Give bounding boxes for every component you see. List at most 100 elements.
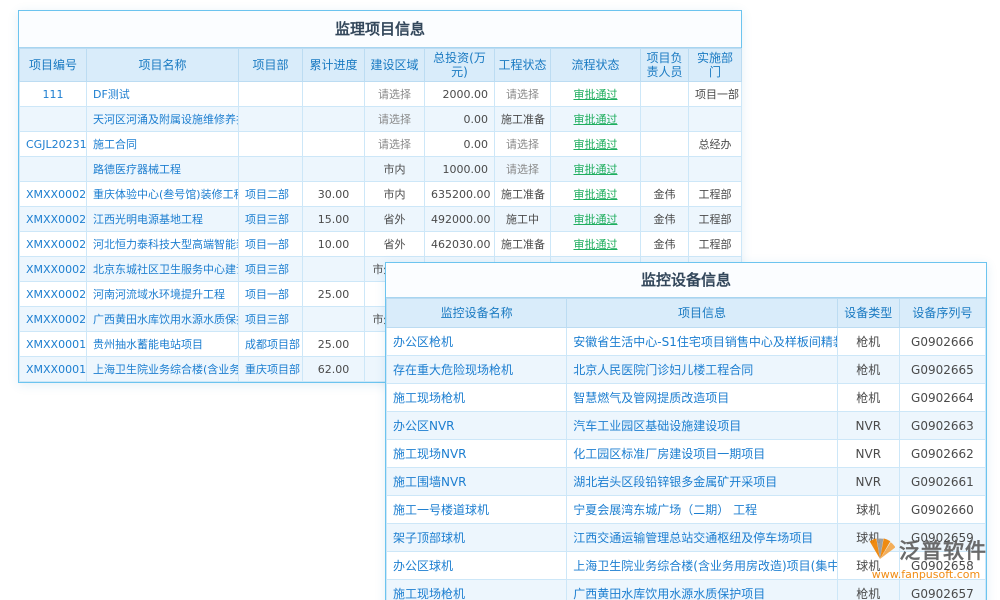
cell-link[interactable]: XMXX00025 bbox=[20, 182, 87, 207]
table-cell: G0902665 bbox=[899, 356, 985, 384]
table-cell: 施工中 bbox=[495, 207, 551, 232]
cell-link[interactable]: XMXX00021 bbox=[20, 282, 87, 307]
cell-link[interactable]: 架子顶部球机 bbox=[387, 524, 567, 552]
table-cell bbox=[641, 82, 689, 107]
cell-link[interactable]: 汽车工业园区基础设施建设项目 bbox=[567, 412, 837, 440]
cell-link[interactable]: XMXX00022 bbox=[20, 257, 87, 282]
cell-link[interactable]: 贵州抽水蓄能电站项目 bbox=[87, 332, 239, 357]
cell-link[interactable]: XMXX00018 bbox=[20, 357, 87, 382]
cell-link[interactable]: 江西交通运输管理总站交通枢纽及停车场项目 bbox=[567, 524, 837, 552]
column-header: 项目负责人员 bbox=[641, 49, 689, 82]
table-cell: 总经办 bbox=[689, 132, 742, 157]
cell-link[interactable]: 安徽省生活中心-S1住宅项目销售中心及样板间精装修... bbox=[567, 328, 837, 356]
cell-link[interactable]: 存在重大危险现场枪机 bbox=[387, 356, 567, 384]
cell-link[interactable]: 项目三部 bbox=[239, 307, 303, 332]
cell-link[interactable]: 施工现场枪机 bbox=[387, 384, 567, 412]
cell-link[interactable]: XMXX00024 bbox=[20, 207, 87, 232]
cell-link[interactable]: 广西黄田水库饮用水源水质保护项目 bbox=[87, 307, 239, 332]
cell-link[interactable]: 111 bbox=[20, 82, 87, 107]
cell-link[interactable]: 项目三部 bbox=[239, 257, 303, 282]
cell-link[interactable]: 审批通过 bbox=[551, 107, 641, 132]
cell-link[interactable]: 江西光明电源基地工程 bbox=[87, 207, 239, 232]
cell-link[interactable]: 宁夏会展湾东城广场（二期） 工程 bbox=[567, 496, 837, 524]
cell-link[interactable]: 上海卫生院业务综合楼(含业务用... bbox=[87, 357, 239, 382]
cell-link[interactable]: 办公区球机 bbox=[387, 552, 567, 580]
cell-link[interactable]: 广西黄田水库饮用水源水质保护项目 bbox=[567, 580, 837, 600]
column-header: 工程状态 bbox=[495, 49, 551, 82]
table-cell: G0902657 bbox=[899, 580, 985, 600]
table-cell: 62.00 bbox=[303, 357, 365, 382]
cell-link[interactable]: XMXX00019 bbox=[20, 332, 87, 357]
fan-logo-icon bbox=[865, 534, 895, 566]
table-cell bbox=[689, 157, 742, 182]
cell-link[interactable]: 项目二部 bbox=[239, 182, 303, 207]
cell-link[interactable]: 施工现场枪机 bbox=[387, 580, 567, 600]
table-row: CGJL202311...施工合同请选择0.00请选择审批通过总经办 bbox=[20, 132, 742, 157]
table-row: XMXX00023河北恒力泰科技大型高端智能装备...项目一部10.00省外46… bbox=[20, 232, 742, 257]
cell-link[interactable]: 项目一部 bbox=[239, 232, 303, 257]
cell-link[interactable]: 审批通过 bbox=[551, 232, 641, 257]
cell-link[interactable]: 审批通过 bbox=[551, 157, 641, 182]
table-cell bbox=[303, 107, 365, 132]
cell-link[interactable]: 项目一部 bbox=[239, 282, 303, 307]
column-header: 总投资(万元) bbox=[425, 49, 495, 82]
table-cell: 25.00 bbox=[303, 282, 365, 307]
cell-link[interactable]: 施工一号楼道球机 bbox=[387, 496, 567, 524]
cell-link[interactable]: 审批通过 bbox=[551, 207, 641, 232]
table-cell: 30.00 bbox=[303, 182, 365, 207]
panel-device-title: 监控设备信息 bbox=[386, 263, 986, 298]
table-row: 存在重大危险现场枪机北京人民医院门诊妇儿楼工程合同枪机G0902665 bbox=[387, 356, 986, 384]
header-row: 监控设备名称项目信息设备类型设备序列号 bbox=[387, 299, 986, 328]
table-cell: G0902666 bbox=[899, 328, 985, 356]
table-cell: 462030.00 bbox=[425, 232, 495, 257]
cell-link[interactable]: 办公区NVR bbox=[387, 412, 567, 440]
table-cell bbox=[20, 107, 87, 132]
cell-link[interactable]: 河北恒力泰科技大型高端智能装备... bbox=[87, 232, 239, 257]
table-cell: 施工准备 bbox=[495, 107, 551, 132]
cell-link[interactable]: 北京东城社区卫生服务中心建设项... bbox=[87, 257, 239, 282]
cell-link[interactable]: 重庆项目部 bbox=[239, 357, 303, 382]
cell-link[interactable]: 天河区河涌及附属设施维修养护和... bbox=[87, 107, 239, 132]
table-cell: 工程部 bbox=[689, 182, 742, 207]
cell-link[interactable]: 施工现场NVR bbox=[387, 440, 567, 468]
cell-link[interactable]: XMXX00020 bbox=[20, 307, 87, 332]
cell-link[interactable]: 上海卫生院业务综合楼(含业务用房改造)项目(集中隔离... bbox=[567, 552, 837, 580]
table-cell: 球机 bbox=[837, 496, 899, 524]
cell-link[interactable]: 审批通过 bbox=[551, 82, 641, 107]
table-row: 施工现场枪机智慧燃气及管网提质改造项目枪机G0902664 bbox=[387, 384, 986, 412]
table-cell: 施工准备 bbox=[495, 182, 551, 207]
column-header: 项目编号 bbox=[20, 49, 87, 82]
table-cell: 金伟 bbox=[641, 207, 689, 232]
table-cell: 市内 bbox=[365, 157, 425, 182]
column-header: 项目名称 bbox=[87, 49, 239, 82]
cell-link[interactable]: 项目三部 bbox=[239, 207, 303, 232]
cell-link[interactable]: 施工围墙NVR bbox=[387, 468, 567, 496]
table-cell bbox=[689, 107, 742, 132]
cell-link[interactable]: 智慧燃气及管网提质改造项目 bbox=[567, 384, 837, 412]
table-cell bbox=[303, 307, 365, 332]
table-cell: 0.00 bbox=[425, 107, 495, 132]
cell-link[interactable]: 办公区枪机 bbox=[387, 328, 567, 356]
cell-link[interactable]: 湖北岩头区段铅锌银多金属矿开采项目 bbox=[567, 468, 837, 496]
cell-link[interactable]: DF测试 bbox=[87, 82, 239, 107]
cell-link[interactable]: 审批通过 bbox=[551, 132, 641, 157]
cell-link[interactable]: 北京人民医院门诊妇儿楼工程合同 bbox=[567, 356, 837, 384]
cell-link[interactable]: 路德医疗器械工程 bbox=[87, 157, 239, 182]
watermark: 泛普软件 www.fanpusoft.com bbox=[856, 534, 996, 581]
cell-link[interactable]: 审批通过 bbox=[551, 182, 641, 207]
table-cell bbox=[641, 132, 689, 157]
cell-link[interactable]: 重庆体验中心(叁号馆)装修工程 bbox=[87, 182, 239, 207]
table-cell: G0902663 bbox=[899, 412, 985, 440]
cell-link[interactable]: 河南河流域水环境提升工程 bbox=[87, 282, 239, 307]
column-header: 建设区域 bbox=[365, 49, 425, 82]
cell-link[interactable]: 化工园区标准厂房建设项目一期项目 bbox=[567, 440, 837, 468]
table-cell: 施工准备 bbox=[495, 232, 551, 257]
table-cell: 25.00 bbox=[303, 332, 365, 357]
table-cell: 15.00 bbox=[303, 207, 365, 232]
cell-link[interactable]: 成都项目部 bbox=[239, 332, 303, 357]
column-header: 设备序列号 bbox=[899, 299, 985, 328]
cell-link[interactable]: 施工合同 bbox=[87, 132, 239, 157]
cell-link[interactable]: CGJL202311... bbox=[20, 132, 87, 157]
table-cell: 工程部 bbox=[689, 232, 742, 257]
cell-link[interactable]: XMXX00023 bbox=[20, 232, 87, 257]
